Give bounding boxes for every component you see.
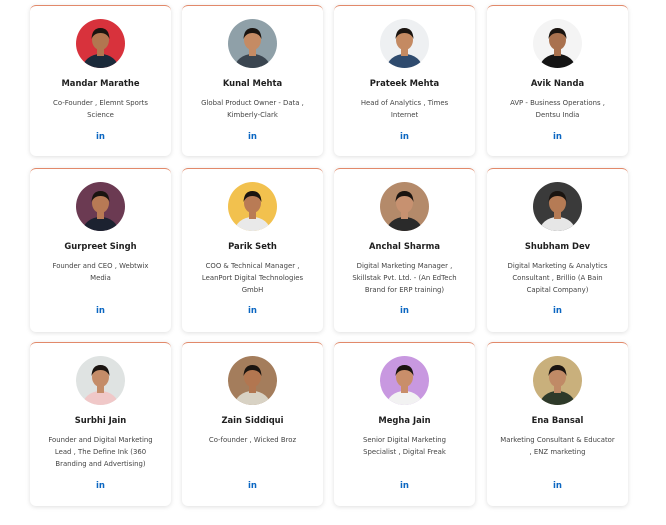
linkedin-icon[interactable]: in [334,306,475,316]
speaker-role: Global Product Owner - Data , Kimberly-C… [201,99,304,119]
speaker-avatar [228,182,277,231]
speaker-avatar [533,19,582,68]
linkedin-icon[interactable]: in [182,132,323,142]
speaker-avatar [76,19,125,68]
speaker-role: Founder and CEO , Webtwix Media [52,262,149,282]
speaker-name: Avik Nanda [530,78,585,88]
speaker-role: Founder and Digital Marketing Lead , The… [48,436,153,468]
speaker-name: Prateek Mehta [369,78,440,88]
linkedin-icon[interactable]: in [182,306,323,316]
speaker-name: Surbhi Jain [74,415,127,425]
speaker-card: Kunal Mehta Global Product Owner - Data ,… [182,5,323,156]
speaker-role: Digital Marketing & Analytics Consultant… [507,262,608,294]
linkedin-icon[interactable]: in [487,306,628,316]
speaker-avatar [533,182,582,231]
speaker-name: Parik Seth [228,241,277,251]
linkedin-icon[interactable]: in [30,481,171,491]
speaker-card: Zain Siddiqui Co-founder , Wicked Broz in [182,342,323,506]
speaker-name: Gurpreet Singh [64,241,137,251]
speaker-card: Gurpreet Singh Founder and CEO , Webtwix … [30,168,171,332]
speaker-avatar [380,356,429,405]
speaker-role: Co-founder , Wicked Broz [208,436,297,444]
speaker-role: Marketing Consultant & Educator , ENZ ma… [500,436,615,456]
speaker-avatar [380,182,429,231]
speaker-avatar [228,356,277,405]
speaker-avatar [76,182,125,231]
speaker-avatar [380,19,429,68]
linkedin-icon[interactable]: in [334,481,475,491]
speaker-name: Ena Bansal [531,415,584,425]
speaker-avatar [228,19,277,68]
speaker-name: Anchal Sharma [369,241,440,251]
speaker-card: Avik Nanda AVP - Business Operations , De… [487,5,628,156]
speaker-card: Megha Jain Senior Digital Marketing Speci… [334,342,475,506]
speaker-card: Anchal Sharma Digital Marketing Manager ,… [334,168,475,332]
speaker-name: Zain Siddiqui [221,415,284,425]
linkedin-icon[interactable]: in [182,481,323,491]
speaker-role: Digital Marketing Manager , Skillstak Pv… [352,262,457,294]
speaker-role: AVP - Business Operations , Dentsu India [510,99,605,119]
linkedin-icon[interactable]: in [30,306,171,316]
speaker-name: Kunal Mehta [222,78,283,88]
speaker-avatar [76,356,125,405]
speaker-role: COO & Technical Manager , LeanPort Digit… [201,262,304,294]
speaker-card: Parik Seth COO & Technical Manager , Lean… [182,168,323,332]
speaker-role: Head of Analytics , Times Internet [360,99,449,119]
speaker-name: Mandar Marathe [61,78,140,88]
speaker-card: Prateek Mehta Head of Analytics , Times I… [334,5,475,156]
linkedin-icon[interactable]: in [30,132,171,142]
speaker-name: Megha Jain [378,415,431,425]
speaker-name: Shubham Dev [524,241,591,251]
speaker-avatar [533,356,582,405]
speaker-role: Co-Founder , Elemnt Sports Science [53,99,148,119]
speaker-card: Shubham Dev Digital Marketing & Analytics… [487,168,628,332]
speaker-role: Senior Digital Marketing Specialist , Di… [362,436,446,456]
speaker-card: Surbhi Jain Founder and Digital Marketing… [30,342,171,506]
linkedin-icon[interactable]: in [334,132,475,142]
speaker-card: Mandar Marathe Co-Founder , Elemnt Sports… [30,5,171,156]
linkedin-icon[interactable]: in [487,481,628,491]
speaker-card: Ena Bansal Marketing Consultant & Educato… [487,342,628,506]
linkedin-icon[interactable]: in [487,132,628,142]
speaker-grid: Mandar Marathe Co-Founder , Elemnt Sports… [0,0,666,525]
